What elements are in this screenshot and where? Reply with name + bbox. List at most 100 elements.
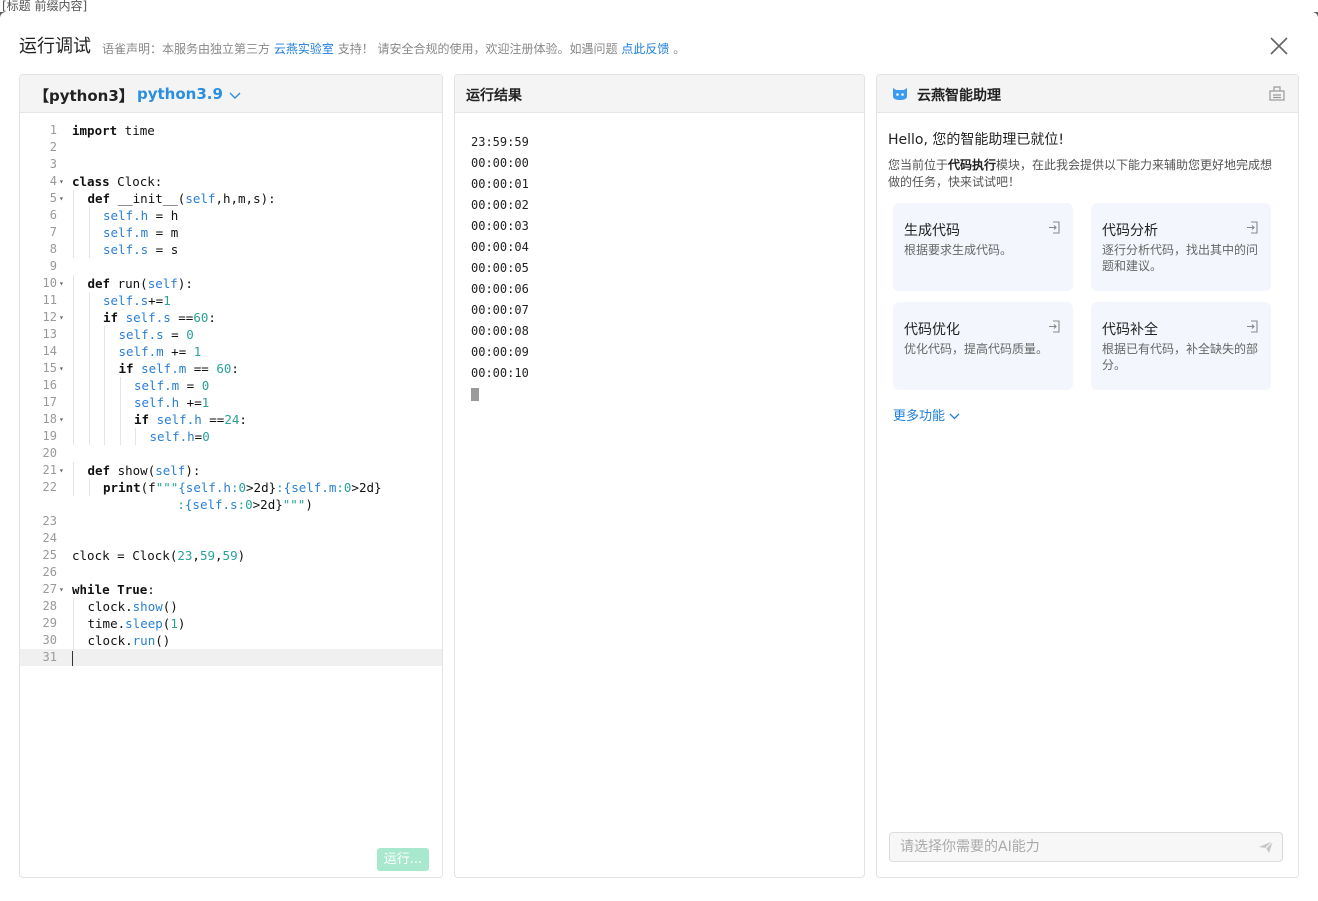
output-line: 00:00:00	[471, 156, 529, 170]
fold-toggle-icon[interactable]: ▾	[59, 190, 64, 207]
line-number: 1	[49, 123, 57, 137]
indent-guide	[88, 241, 90, 258]
indent-guide	[73, 343, 74, 360]
fold-toggle-icon[interactable]: ▾	[59, 360, 64, 377]
code-line[interactable]: 5 ▾ def __init__(self,h,m,s):	[20, 190, 442, 207]
code-text: self.m += 1	[118, 344, 202, 359]
line-number: 21	[42, 463, 57, 477]
send-icon[interactable]	[1258, 839, 1274, 855]
indent-guide	[73, 190, 74, 207]
code-line[interactable]: 8 self.s = s	[20, 241, 442, 258]
indent-guide	[73, 479, 74, 496]
code-line[interactable]: 3	[20, 156, 442, 173]
code-line[interactable]: 1 import time	[20, 122, 442, 139]
ai-prompt-input[interactable]	[889, 832, 1283, 862]
code-line[interactable]: 15 ▾ if self.m == 60:	[20, 360, 442, 377]
run-button[interactable]: 运行...	[377, 848, 429, 871]
line-number: 19	[42, 429, 57, 443]
code-line[interactable]: 29 time.sleep(1)	[20, 615, 442, 632]
indent-guide	[88, 377, 90, 394]
indent-guide	[119, 394, 121, 411]
result-header: 运行结果	[455, 75, 864, 113]
code-line[interactable]: 26	[20, 564, 442, 581]
code-line[interactable]: 2	[20, 139, 442, 156]
indent-guide	[104, 343, 105, 360]
chevron-down-icon	[949, 413, 960, 420]
line-number: 22	[42, 480, 57, 494]
version-select[interactable]: python3.9	[137, 85, 241, 104]
assistant-name: 云燕智能助理	[917, 88, 1001, 104]
code-line[interactable]: 10 ▾ def run(self):	[20, 275, 442, 292]
code-text: def __init__(self,h,m,s):	[87, 191, 276, 206]
code-line[interactable]: 20	[20, 445, 442, 462]
card-desc: 优化代码，提高代码质量。	[904, 342, 1049, 356]
code-line[interactable]: 21 ▾ def show(self):	[20, 462, 442, 479]
indent-guide	[104, 360, 105, 377]
line-number: 11	[42, 293, 57, 307]
output-line: 00:00:05	[471, 261, 529, 275]
code-line[interactable]: 7 self.m = m	[20, 224, 442, 241]
fold-toggle-icon[interactable]: ▾	[59, 309, 64, 326]
line-number: 30	[42, 633, 57, 647]
indent-guide	[88, 309, 90, 326]
code-line[interactable]: 12 ▾ if self.s ==60:	[20, 309, 442, 326]
assistant-greeting: Hello, 您的智能助理已就位!	[888, 132, 1064, 148]
code-line[interactable]: 11 self.s+=1	[20, 292, 442, 309]
lab-link[interactable]: 云燕实验室	[274, 42, 334, 56]
code-line[interactable]: 17 self.h +=1	[20, 394, 442, 411]
enter-icon	[1049, 221, 1060, 234]
indent-guide	[104, 428, 105, 445]
code-area[interactable]: 1 import time 2 3 4 ▾ class Clock: 5 ▾ def __init…	[20, 122, 442, 666]
code-line[interactable]: 28 clock.show()	[20, 598, 442, 615]
fold-toggle-icon[interactable]: ▾	[59, 462, 64, 479]
line-number: 4	[49, 174, 57, 188]
output-console: 23:59:59 00:00:00 00:00:01 00:00:02 00:00:03…	[471, 132, 529, 401]
ai-header: 云燕智能助理	[877, 75, 1298, 113]
code-line[interactable]: 6 self.h = h	[20, 207, 442, 224]
card-code-complete[interactable]: 代码补全 根据已有代码，补全缺失的部分。	[1091, 302, 1271, 390]
assistant-description: 您当前位于代码执行模块，在此我会提供以下能力来辅助您更好地完成想做的任务，快来试…	[888, 157, 1282, 191]
indent-guide	[73, 326, 74, 343]
line-number: 28	[42, 599, 57, 613]
card-title: 代码优化	[904, 322, 960, 338]
code-text: self.s+=1	[103, 293, 171, 308]
code-line[interactable]: 13 self.s = 0	[20, 326, 442, 343]
line-number: 12	[42, 310, 57, 324]
code-line[interactable]: 19 self.h=0	[20, 428, 442, 445]
code-line[interactable]: 16 self.m = 0	[20, 377, 442, 394]
code-line[interactable]: 27 ▾ while True:	[20, 581, 442, 598]
line-number: 17	[42, 395, 57, 409]
code-line[interactable]: :{self.s:0>2d}""")	[20, 496, 442, 513]
assistant-logo-icon	[891, 84, 909, 102]
enter-icon	[1247, 320, 1258, 333]
code-line[interactable]: 31	[20, 649, 442, 666]
clear-history-icon[interactable]	[1268, 84, 1286, 102]
code-line[interactable]: 24	[20, 530, 442, 547]
code-line[interactable]: 25 clock = Clock(23,59,59)	[20, 547, 442, 564]
more-features-link[interactable]: 更多功能	[893, 405, 960, 424]
code-line[interactable]: 22 print(f"""{self.h:0>2d}:{self.m:0>2d}	[20, 479, 442, 496]
code-line[interactable]: 18 ▾ if self.h ==24:	[20, 411, 442, 428]
card-code-optimize[interactable]: 代码优化 优化代码，提高代码质量。	[893, 302, 1073, 390]
card-code-analysis[interactable]: 代码分析 逐行分析代码，找出其中的问题和建议。	[1091, 203, 1271, 291]
feedback-link[interactable]: 点此反馈	[621, 42, 669, 56]
code-text: class Clock:	[72, 174, 163, 189]
fold-toggle-icon[interactable]: ▾	[59, 173, 64, 190]
indent-guide	[88, 326, 90, 343]
fold-toggle-icon[interactable]: ▾	[59, 275, 64, 292]
fold-toggle-icon[interactable]: ▾	[59, 411, 64, 428]
close-icon[interactable]	[1267, 34, 1291, 58]
code-text: self.m = 0	[134, 378, 210, 393]
indent-guide	[73, 292, 74, 309]
code-line[interactable]: 4 ▾ class Clock:	[20, 173, 442, 190]
card-generate-code[interactable]: 生成代码 根据要求生成代码。	[893, 203, 1073, 291]
code-line[interactable]: 14 self.m += 1	[20, 343, 442, 360]
code-line[interactable]: 9	[20, 258, 442, 275]
code-line[interactable]: 23	[20, 513, 442, 530]
code-line[interactable]: 30 clock.run()	[20, 632, 442, 649]
indent-guide	[88, 292, 90, 309]
indent-guide	[88, 207, 90, 224]
code-text: print(f"""{self.h:0>2d}:{self.m:0>2d}	[103, 480, 382, 495]
line-number: 24	[42, 531, 57, 545]
fold-toggle-icon[interactable]: ▾	[59, 581, 64, 598]
